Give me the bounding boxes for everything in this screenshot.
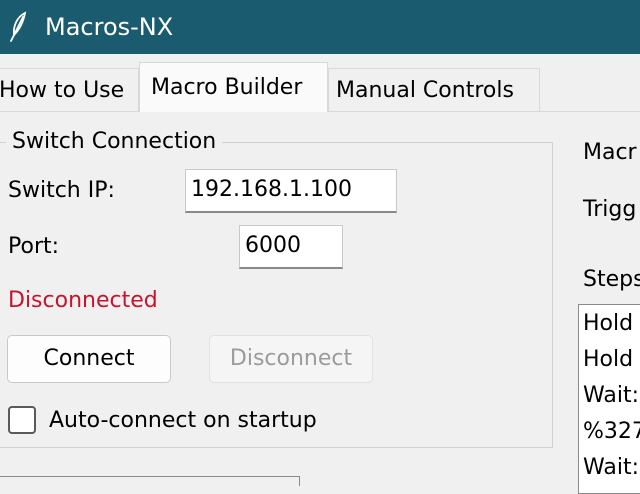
port-input[interactable]: 6000: [239, 225, 343, 269]
bottom-group-frame: [0, 476, 300, 486]
list-item[interactable]: Wait:: [583, 453, 639, 483]
list-item[interactable]: Hold: [583, 345, 633, 375]
disconnect-button[interactable]: Disconnect: [209, 335, 373, 383]
list-item[interactable]: %327: [583, 417, 640, 447]
macro-label: Macr: [583, 140, 637, 165]
switch-connection-title: Switch Connection: [6, 127, 223, 157]
steps-list[interactable]: Hold Hold Wait: %327 Wait:: [578, 304, 640, 494]
connect-button[interactable]: Connect: [7, 335, 171, 383]
list-item[interactable]: Hold: [583, 309, 633, 339]
autoconnect-label: Auto-connect on startup: [49, 408, 317, 433]
feather-icon: [10, 11, 27, 42]
title-bar: Macros-NX: [0, 0, 640, 54]
list-item[interactable]: Wait:: [583, 381, 639, 411]
tab-manual-controls[interactable]: Manual Controls: [328, 68, 540, 111]
switch-ip-label: Switch IP:: [8, 178, 115, 203]
tab-how-to-use[interactable]: How to Use: [0, 68, 139, 111]
switch-ip-input[interactable]: 192.168.1.100: [185, 169, 397, 213]
window-title: Macros-NX: [45, 13, 174, 41]
steps-label: Steps: [583, 267, 640, 292]
tab-macro-builder[interactable]: Macro Builder: [139, 62, 328, 112]
connection-status: Disconnected: [8, 288, 158, 313]
tab-bar: How to Use Macro Builder Manual Controls: [0, 62, 640, 112]
autoconnect-checkbox[interactable]: [8, 406, 36, 434]
trigger-label: Trigg: [583, 197, 637, 222]
port-label: Port:: [8, 234, 60, 259]
